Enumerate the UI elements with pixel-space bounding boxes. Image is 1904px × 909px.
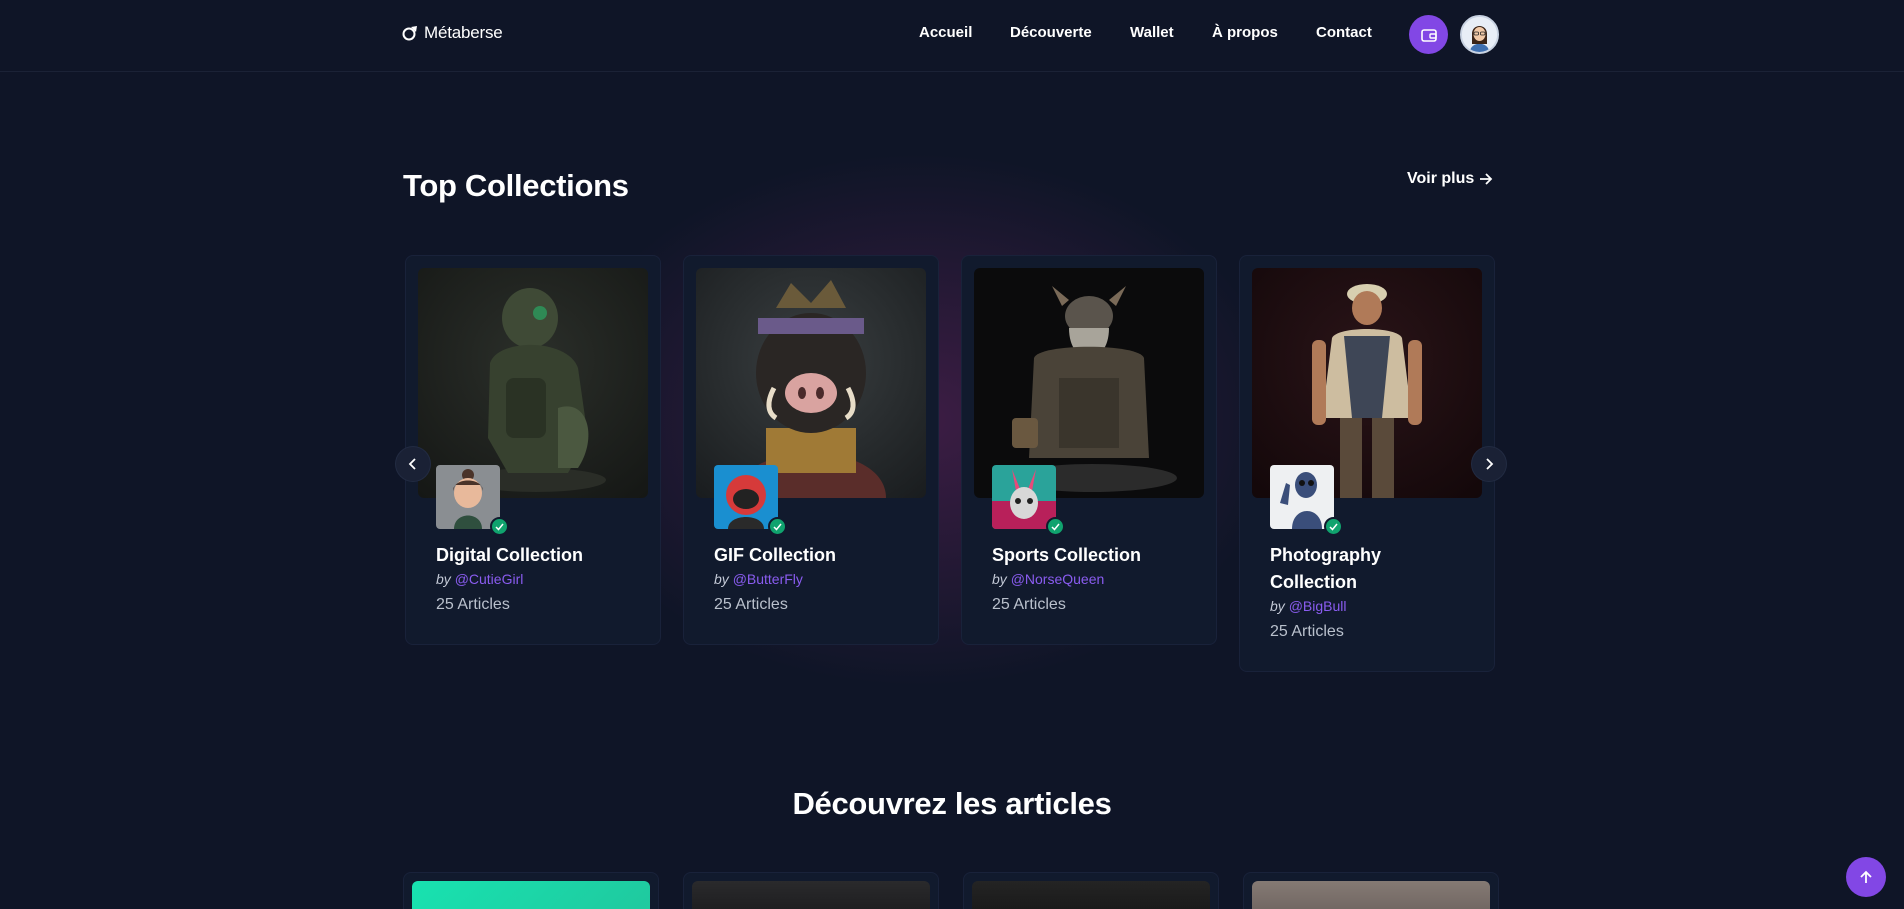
collection-creator: by @BigBull <box>1270 598 1346 614</box>
by-label: by <box>1270 598 1285 614</box>
collection-title: Sports Collection <box>992 545 1142 565</box>
arrow-right-icon <box>1480 173 1493 185</box>
collection-card[interactable]: Sports Collection by @NorseQueen 25 Arti… <box>961 255 1217 645</box>
nav-link-a-propos[interactable]: À propos <box>1212 24 1278 41</box>
scroll-to-top-button[interactable] <box>1846 857 1886 897</box>
article-count: 25 Articles <box>714 596 788 613</box>
creator-avatar <box>714 465 778 529</box>
article-image <box>692 881 930 909</box>
top-collections-title: Top Collections <box>403 168 629 203</box>
creator-avatar <box>1270 465 1334 529</box>
navbar: Métaberse Accueil Découverte Wallet À pr… <box>0 0 1904 72</box>
creator-avatar <box>992 465 1056 529</box>
nav-link-contact[interactable]: Contact <box>1316 24 1372 41</box>
carousel-next-button[interactable] <box>1472 447 1506 481</box>
collection-card[interactable]: Photography Collection by @BigBull 25 Ar… <box>1239 255 1495 672</box>
collection-creator: by @ButterFly <box>714 571 803 587</box>
collection-title: Photography Collection <box>1270 545 1381 592</box>
arrow-up-icon <box>1860 870 1872 883</box>
collection-card[interactable]: GIF Collection by @ButterFly 25 Articles <box>683 255 939 645</box>
nav-link-decouverte[interactable]: Découverte <box>1010 24 1092 41</box>
by-label: by <box>436 571 451 587</box>
article-card[interactable] <box>963 872 1219 909</box>
collection-image <box>1252 268 1482 498</box>
verified-badge <box>768 517 787 536</box>
creator-handle-link[interactable]: @BigBull <box>1289 598 1347 614</box>
wallet-button[interactable] <box>1409 15 1448 54</box>
wallet-icon <box>1420 28 1437 42</box>
carousel-prev-button[interactable] <box>396 447 430 481</box>
background-glow <box>0 0 1904 909</box>
creator-handle-link[interactable]: @CutieGirl <box>455 571 524 587</box>
verified-badge <box>490 517 509 536</box>
see-more-label: Voir plus <box>1407 170 1475 187</box>
creator-avatar <box>436 465 500 529</box>
chevron-left-icon <box>408 458 416 470</box>
article-image <box>972 881 1210 909</box>
creator-handle-link[interactable]: @NorseQueen <box>1011 571 1105 587</box>
creator-handle-link[interactable]: @ButterFly <box>733 571 803 587</box>
check-icon <box>495 523 504 531</box>
article-count: 25 Articles <box>1270 623 1344 640</box>
see-more-link[interactable]: Voir plus <box>1407 170 1493 188</box>
logo[interactable]: Métaberse <box>402 22 503 44</box>
article-count: 25 Articles <box>992 596 1066 613</box>
collection-title: Digital Collection <box>436 545 584 565</box>
collection-creator: by @NorseQueen <box>992 571 1104 587</box>
by-label: by <box>714 571 729 587</box>
collection-image <box>696 268 926 498</box>
nav-link-wallet[interactable]: Wallet <box>1130 24 1174 41</box>
collection-card[interactable]: Digital Collection by @CutieGirl 25 Arti… <box>405 255 661 645</box>
collection-image <box>418 268 648 498</box>
article-image <box>412 881 650 909</box>
articles-section-title: Découvrez les articles <box>792 786 1112 821</box>
article-count: 25 Articles <box>436 596 510 613</box>
by-label: by <box>992 571 1007 587</box>
verified-badge <box>1324 517 1343 536</box>
rocket-icon <box>402 26 417 41</box>
article-card[interactable] <box>683 872 939 909</box>
check-icon <box>1329 523 1338 531</box>
logo-text: Métaberse <box>424 23 503 42</box>
collection-title: GIF Collection <box>714 545 837 565</box>
collection-image <box>974 268 1204 498</box>
chevron-right-icon <box>1486 458 1494 470</box>
collection-creator: by @CutieGirl <box>436 571 523 587</box>
verified-badge <box>1046 517 1065 536</box>
article-card[interactable] <box>403 872 659 909</box>
avatar-image <box>1462 17 1497 52</box>
nav-link-accueil[interactable]: Accueil <box>919 24 972 41</box>
user-avatar[interactable] <box>1460 15 1499 54</box>
check-icon <box>1051 523 1060 531</box>
article-card[interactable] <box>1243 872 1499 909</box>
article-image <box>1252 881 1490 909</box>
check-icon <box>773 523 782 531</box>
